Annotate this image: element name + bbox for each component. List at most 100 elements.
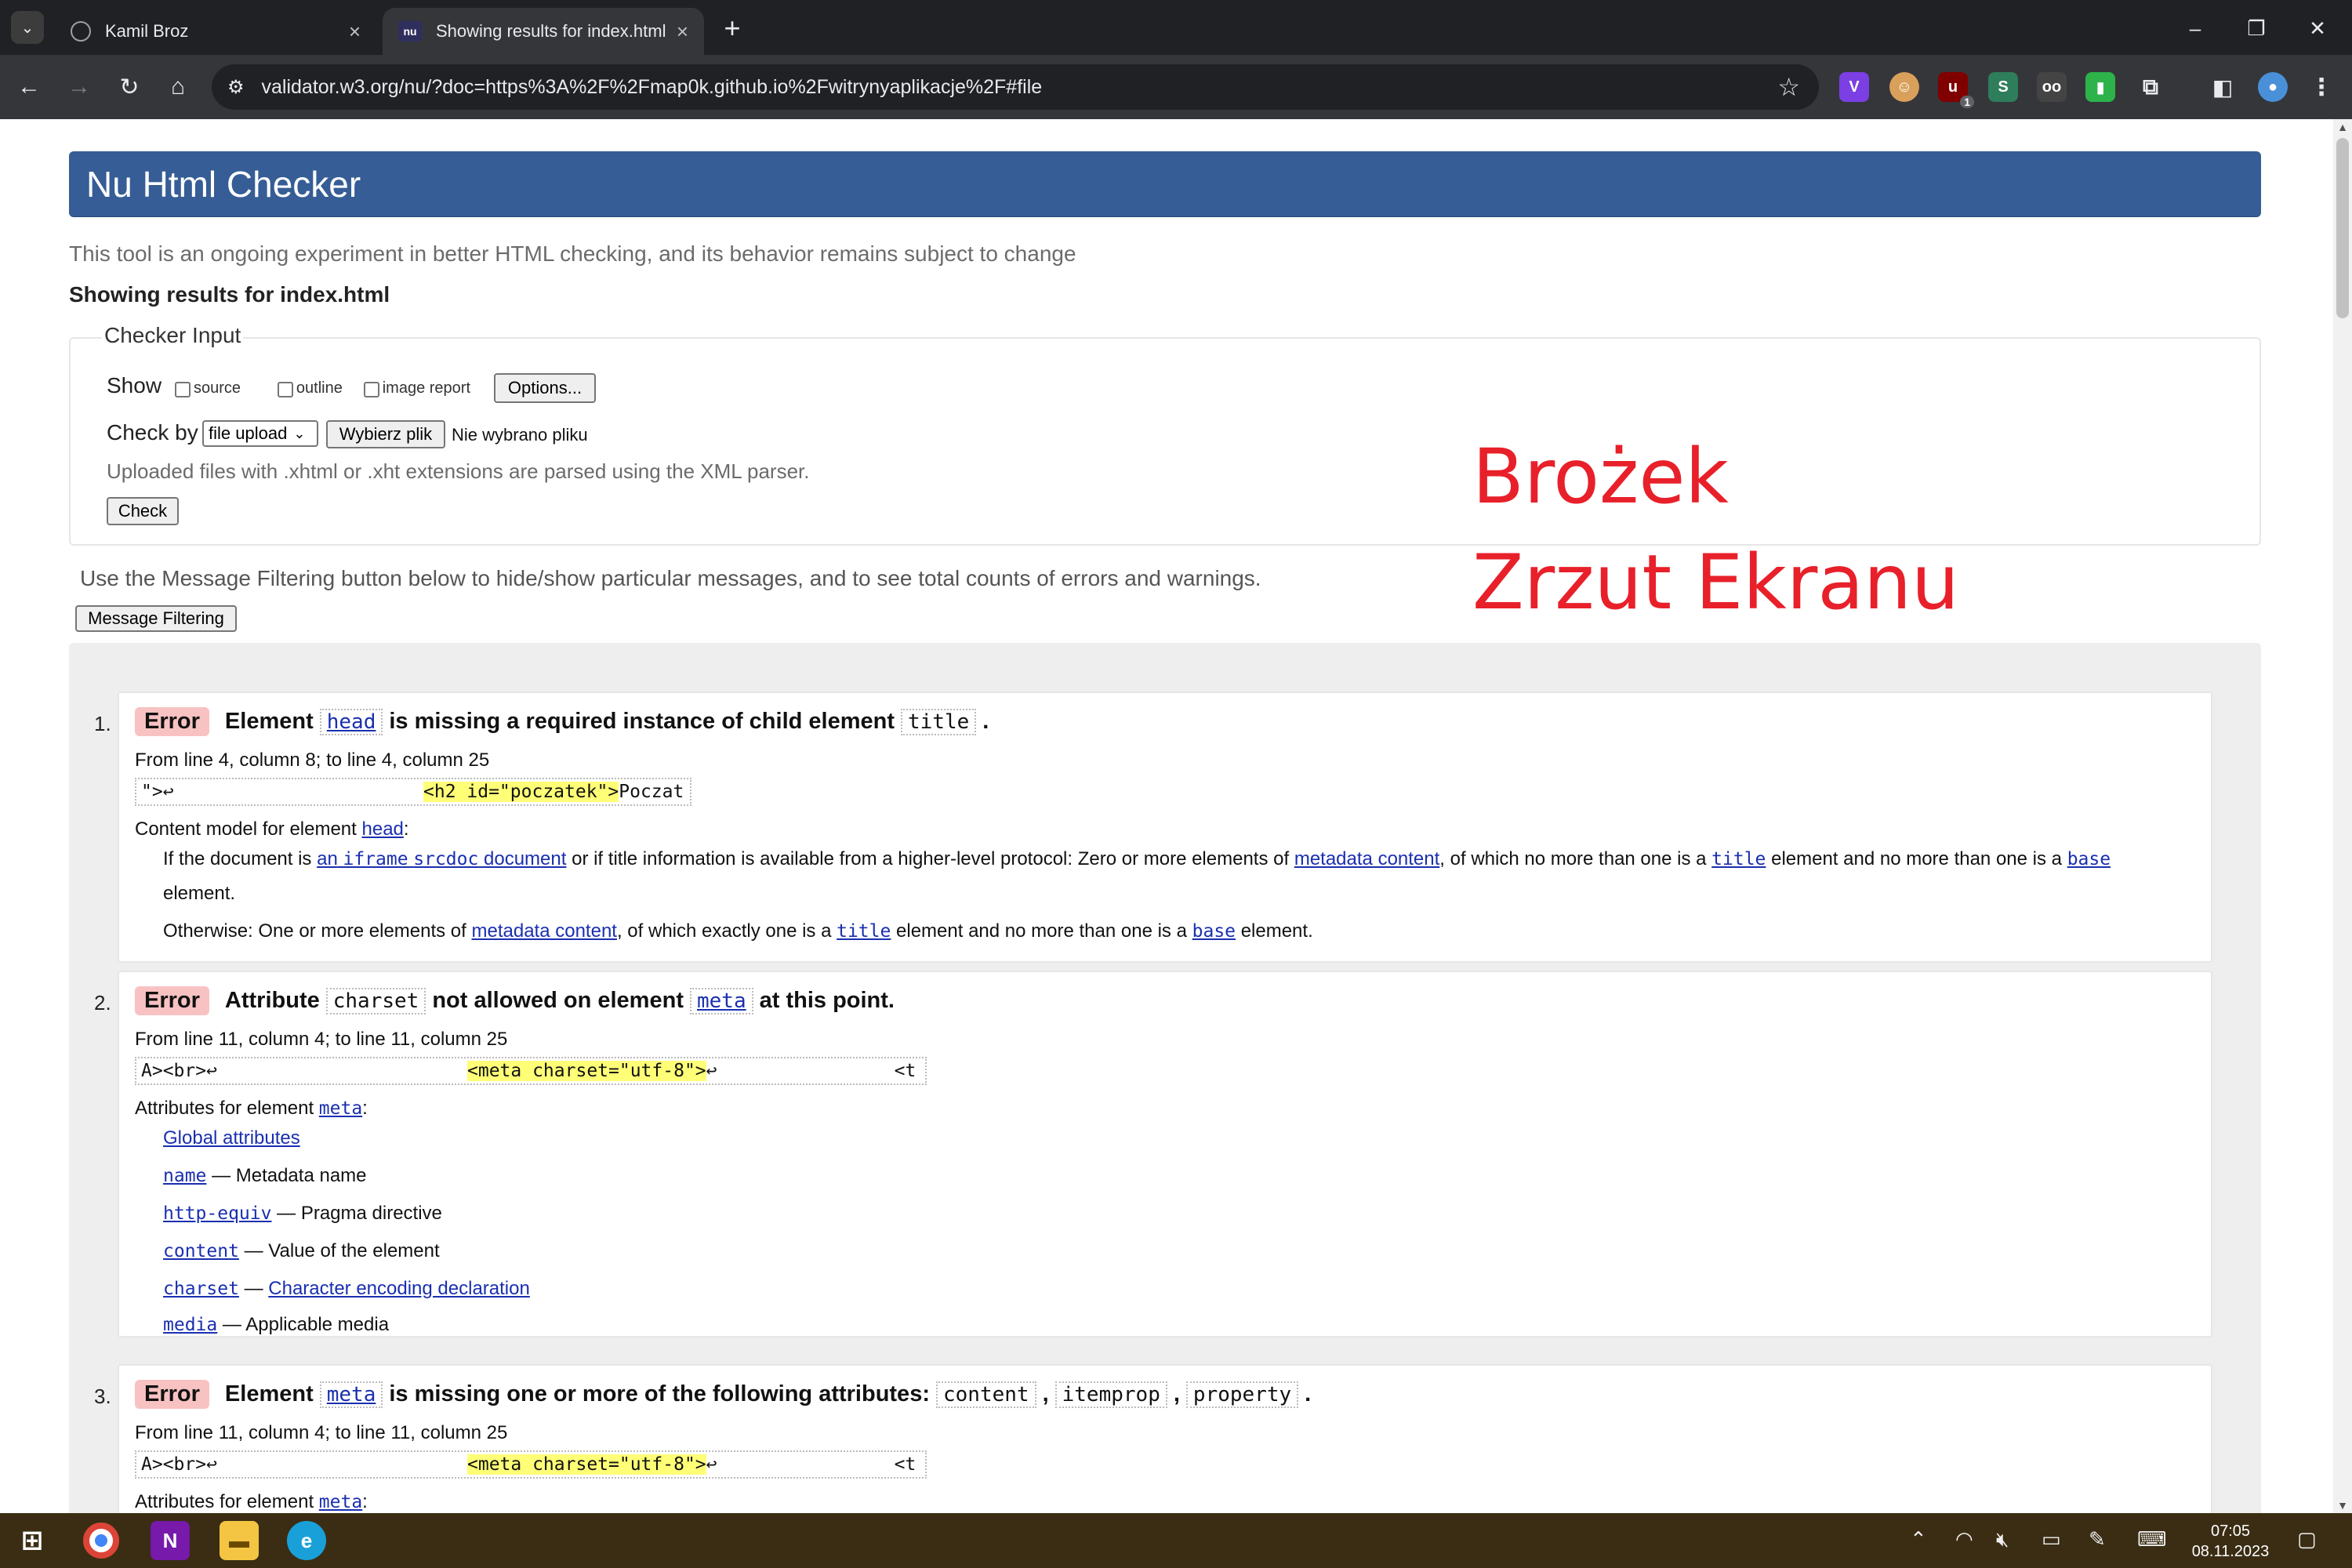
site-info-icon[interactable]: ⚙	[227, 76, 245, 99]
tab-title: Showing results for index.html	[436, 21, 666, 41]
edge-icon[interactable]: e	[287, 1521, 326, 1560]
reload-button[interactable]: ↻	[111, 69, 147, 105]
show-row: Show source outline image report	[107, 373, 470, 398]
arrow-left-icon: ←	[17, 74, 41, 100]
tab-kamil-broz[interactable]: Kamil Broz ×	[55, 8, 376, 55]
base-link[interactable]: base	[1192, 921, 1236, 942]
character-encoding-link[interactable]: Character encoding declaration	[268, 1278, 530, 1299]
restore-button[interactable]: ❐	[2233, 11, 2280, 45]
windows-start-icon[interactable]: ⊞	[13, 1521, 52, 1560]
green-extension-icon[interactable]: ▮	[2085, 72, 2115, 102]
minimize-button[interactable]: –	[2172, 11, 2219, 45]
outline-checkbox[interactable]	[277, 381, 293, 397]
meta-link[interactable]: meta	[319, 1492, 362, 1512]
chevron-up-icon[interactable]: ⌃	[1910, 1527, 1927, 1552]
attribute-item: http-equiv — Pragma directive	[163, 1203, 442, 1224]
attribute-item: charset — Character encoding declaration	[163, 1278, 530, 1299]
message-location: From line 11, column 4; to line 11, colu…	[135, 1029, 508, 1050]
image-report-checkbox[interactable]	[363, 381, 379, 397]
nu-icon: nu	[398, 21, 422, 42]
tab-validator[interactable]: nu Showing results for index.html ×	[383, 8, 704, 55]
page-scrollbar[interactable]: ▲ ▼	[2333, 119, 2352, 1513]
s-extension-icon[interactable]: S	[1988, 72, 2018, 102]
metadata-content-link[interactable]: metadata content	[1294, 848, 1439, 869]
bookmark-star-icon[interactable]: ☆	[1777, 72, 1800, 102]
filter-instructions: Use the Message Filtering button below t…	[80, 566, 1261, 590]
ublock-extension-icon[interactable]: u 1	[1938, 72, 1974, 108]
content-model-paragraph-1: If the document is an iframe srcdoc docu…	[163, 848, 2111, 869]
title-link[interactable]: title	[1711, 849, 1766, 869]
title-link[interactable]: title	[837, 921, 891, 942]
name-attr-link[interactable]: name	[163, 1166, 206, 1186]
charset-attr-link[interactable]: charset	[163, 1279, 239, 1299]
attribute-item: name — Metadata name	[163, 1165, 367, 1186]
scroll-up-icon[interactable]: ▲	[2333, 119, 2352, 135]
windows-taskbar: ⊞ N ▬ e ⌃ ◠ 🔇︎ ▭ ✎ ⌨ 07:05 08.11.2023 ▢	[0, 1513, 2352, 1568]
check-by-select[interactable]: file upload ⌄	[202, 420, 318, 447]
tab-search-button[interactable]: ⌄	[11, 11, 44, 44]
showing-results-heading: Showing results for index.html	[69, 282, 390, 307]
wifi-icon[interactable]: ◠	[1955, 1527, 1973, 1552]
side-panel-icon[interactable]: ◧	[2208, 72, 2238, 102]
metadata-content-link[interactable]: metadata content	[472, 920, 617, 942]
http-equiv-attr-link[interactable]: http-equiv	[163, 1203, 271, 1224]
puzzle-icon[interactable]: ⧉	[2136, 72, 2165, 102]
meta-link[interactable]: meta	[319, 1098, 362, 1119]
address-bar[interactable]: ⚙ validator.w3.org/nu/?doc=https%3A%2F%2…	[212, 64, 1819, 110]
close-icon[interactable]: ×	[349, 20, 361, 44]
base-link[interactable]: base	[2067, 849, 2111, 869]
system-clock[interactable]: 07:05 08.11.2023	[2187, 1521, 2274, 1562]
chevron-down-icon: ⌄	[293, 425, 306, 441]
image-report-label: image report	[382, 379, 471, 397]
message-number: 2.	[94, 991, 111, 1014]
element-link[interactable]: meta	[689, 987, 753, 1014]
xml-parser-note: Uploaded files with .xhtml or .xht exten…	[107, 459, 810, 483]
home-button[interactable]: ⌂	[160, 69, 196, 105]
pen-icon[interactable]: ✎	[2089, 1527, 2106, 1552]
avatar-extension-icon[interactable]: ☺	[1889, 72, 1919, 102]
choose-file-button[interactable]: Wybierz plik	[326, 420, 445, 448]
forward-button[interactable]: →	[61, 69, 97, 105]
battery-icon[interactable]: ▭	[2042, 1527, 2061, 1552]
url-text[interactable]: validator.w3.org/nu/?doc=https%3A%2F%2Fm…	[262, 76, 1778, 99]
new-tab-button[interactable]: +	[715, 11, 750, 45]
profile-avatar[interactable]: ●	[2258, 72, 2288, 102]
message-filtering-button[interactable]: Message Filtering	[75, 605, 237, 632]
extract-highlight: <h2 id="poczatek">	[423, 782, 619, 802]
media-attr-link[interactable]: media	[163, 1315, 217, 1335]
error-badge: Error	[135, 986, 209, 1015]
element-link[interactable]: meta	[319, 1381, 383, 1408]
source-checkbox[interactable]	[174, 381, 191, 397]
file-explorer-icon[interactable]: ▬	[220, 1521, 259, 1560]
global-attributes-link[interactable]: Global attributes	[163, 1127, 300, 1149]
code-extract: A><br>↩ <meta charset="utf-8"> ↩ <t	[135, 1450, 927, 1479]
scroll-down-icon[interactable]: ▼	[2333, 1497, 2352, 1513]
content-attr-link[interactable]: content	[163, 1241, 239, 1261]
v-extension-icon[interactable]: V	[1839, 72, 1869, 102]
iframe-srcdoc-link[interactable]: an iframe srcdoc document	[317, 848, 566, 869]
close-icon[interactable]: ×	[677, 20, 688, 44]
tab-strip: ⌄ Kamil Broz × nu Showing results for in…	[0, 0, 2352, 55]
check-button[interactable]: Check	[107, 497, 179, 525]
checker-input-legend: Checker Input	[102, 323, 244, 348]
head-link[interactable]: head	[362, 818, 404, 840]
more-menu-icon[interactable]: ⋮	[2307, 72, 2336, 102]
window-close-button[interactable]: ✕	[2294, 11, 2341, 45]
scrollbar-thumb[interactable]	[2336, 138, 2349, 318]
plus-icon: +	[724, 12, 741, 44]
notifications-icon[interactable]: ▢	[2297, 1527, 2317, 1552]
options-button[interactable]: Options...	[494, 373, 596, 403]
element-link[interactable]: head	[319, 708, 383, 735]
keyboard-icon[interactable]: ⌨	[2137, 1527, 2167, 1552]
message-item: Error Element meta is missing one or mor…	[118, 1364, 2212, 1513]
chrome-icon[interactable]	[83, 1523, 119, 1559]
attribute-item: media — Applicable media	[163, 1314, 390, 1335]
volume-muted-icon[interactable]: 🔇︎	[1996, 1527, 2009, 1552]
show-label: Show	[107, 373, 162, 397]
glasses-extension-icon[interactable]: oo	[2037, 72, 2067, 102]
home-icon: ⌂	[170, 74, 186, 100]
extract-highlight: <meta charset="utf-8">	[467, 1454, 706, 1475]
message-location: From line 4, column 8; to line 4, column…	[135, 750, 490, 771]
back-button[interactable]: ←	[11, 69, 47, 105]
onenote-icon[interactable]: N	[151, 1521, 190, 1560]
